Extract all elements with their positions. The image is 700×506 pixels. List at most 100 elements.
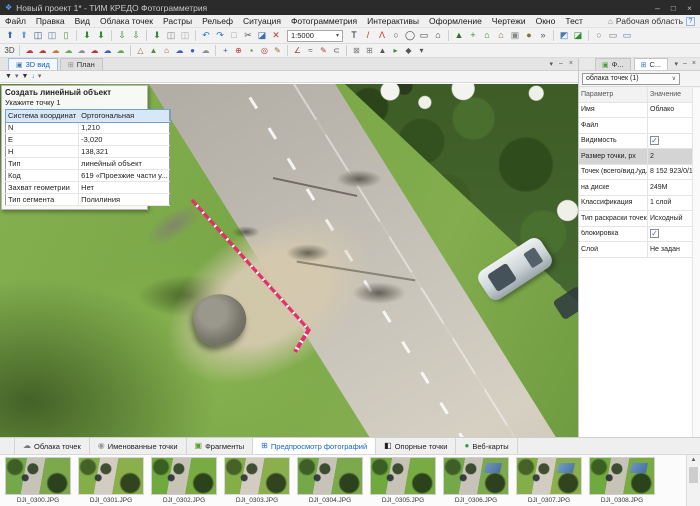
- property-row[interactable]: Файл: [579, 118, 700, 134]
- photo-thumbnail-image[interactable]: [78, 457, 144, 495]
- property-row[interactable]: Классификация1 слой: [579, 196, 700, 212]
- grid-off-icon[interactable]: ⊠: [350, 44, 363, 57]
- cloud-section-icon[interactable]: ☁: [173, 44, 186, 57]
- menu-item-4[interactable]: Растры: [158, 16, 197, 26]
- menu-item-3[interactable]: Облака точек: [95, 16, 158, 26]
- property-row[interactable]: Размер точки, px2: [579, 149, 700, 165]
- menu-item-5[interactable]: Рельеф: [197, 16, 238, 26]
- help-icon[interactable]: ?: [686, 17, 695, 26]
- paste-view-icon[interactable]: ◫: [178, 29, 192, 42]
- building2-icon[interactable]: ⌂: [494, 29, 508, 42]
- frame-icon[interactable]: ▣: [508, 29, 522, 42]
- cloud-merge-icon[interactable]: ☁: [49, 44, 62, 57]
- cloud-export-icon[interactable]: ☁: [114, 44, 127, 57]
- close-button[interactable]: ×: [687, 3, 692, 13]
- filter-icon[interactable]: ▼: [5, 73, 12, 80]
- photo-thumbnail[interactable]: DJI_0302.JPG: [151, 457, 217, 506]
- menu-item-11[interactable]: Окно: [531, 16, 561, 26]
- cloud-gray-icon[interactable]: ☁: [75, 44, 88, 57]
- filter-dropdown-icon[interactable]: ▾: [15, 73, 19, 80]
- maximize-button[interactable]: □: [671, 3, 676, 13]
- viewport-minimize-button[interactable]: –: [559, 60, 563, 68]
- bottom-tab-опорные-точки[interactable]: ◧Опорные точки: [376, 438, 456, 454]
- lasso-select-icon[interactable]: ○: [592, 29, 606, 42]
- tree-object-icon[interactable]: ▲: [452, 29, 466, 42]
- surface2-icon[interactable]: ◪: [571, 29, 585, 42]
- photo-thumbnail-image[interactable]: [224, 457, 290, 495]
- property-row[interactable]: Тип раскраски точекИсходный: [579, 211, 700, 227]
- workspace-button[interactable]: Рабочая область: [616, 16, 683, 26]
- property-row[interactable]: СлойНе задан: [579, 242, 700, 258]
- bottom-tab-фрагменты[interactable]: ▣Фрагменты: [187, 438, 254, 454]
- photo-thumbnail[interactable]: DJI_0304.JPG: [297, 457, 363, 506]
- cloud-classify-icon[interactable]: ☁: [101, 44, 114, 57]
- window-select-icon[interactable]: ▭: [606, 29, 620, 42]
- export-dxf-icon[interactable]: ⇩: [115, 29, 129, 42]
- rotate-icon[interactable]: ●: [522, 29, 536, 42]
- photo-thumbnail[interactable]: DJI_0307.JPG: [516, 457, 582, 506]
- line-tool-icon[interactable]: /: [361, 29, 375, 42]
- menu-item-2[interactable]: Вид: [70, 16, 95, 26]
- property-row[interactable]: ИмяОблако: [579, 103, 700, 119]
- photo-thumbnail-image[interactable]: [151, 457, 217, 495]
- properties-scrollbar[interactable]: [692, 88, 700, 437]
- photo-thumbnail-image[interactable]: [297, 457, 363, 495]
- window-select2-icon[interactable]: ▭: [620, 29, 634, 42]
- panel-minimize-button[interactable]: –: [683, 60, 687, 68]
- menu-item-6[interactable]: Ситуация: [238, 16, 286, 26]
- more-tools-icon[interactable]: »: [536, 29, 550, 42]
- normals-icon[interactable]: ▲: [376, 44, 389, 57]
- 3d-scene-canvas[interactable]: Создать линейный объект Укажите точку 1 …: [0, 84, 578, 437]
- cloud-open-icon[interactable]: ☁: [23, 44, 36, 57]
- play-icon[interactable]: ▸: [389, 44, 402, 57]
- viewport-close-button[interactable]: ×: [569, 60, 573, 68]
- property-row[interactable]: Точек (всего/вид./уд...8 152 923/0/113: [579, 165, 700, 181]
- pick-point-icon[interactable]: +: [219, 44, 232, 57]
- bottom-tab-облака-точек[interactable]: ☁Облака точек: [14, 438, 90, 454]
- ruler-icon[interactable]: ▯: [59, 29, 73, 42]
- import-project-icon[interactable]: ⬆: [3, 29, 17, 42]
- marker-icon[interactable]: ▪: [245, 44, 258, 57]
- property-row[interactable]: блокировка✓: [579, 227, 700, 243]
- measure-profile-icon[interactable]: ≈: [304, 44, 317, 57]
- arc-icon[interactable]: ⊂: [330, 44, 343, 57]
- menu-item-1[interactable]: Правка: [31, 16, 70, 26]
- ellipse-tool-icon[interactable]: ○: [389, 29, 403, 42]
- photo-thumbnail-image[interactable]: [370, 457, 436, 495]
- delete-icon[interactable]: ✕: [269, 29, 283, 42]
- text-tool-icon[interactable]: T: [347, 29, 361, 42]
- menu-item-9[interactable]: Оформление: [424, 16, 487, 26]
- photo-thumbnail-image[interactable]: [516, 457, 582, 495]
- photo-thumbnail[interactable]: DJI_0303.JPG: [224, 457, 290, 506]
- object-type-select[interactable]: облака точек (1) ∨: [582, 73, 680, 85]
- minimize-button[interactable]: –: [655, 3, 660, 13]
- menu-item-0[interactable]: Файл: [0, 16, 31, 26]
- photo-thumbnail-image[interactable]: [589, 457, 655, 495]
- photo-thumbnail-image[interactable]: [443, 457, 509, 495]
- panel-tab-[interactable]: ⊞С...: [634, 58, 669, 70]
- surface-icon[interactable]: ◩: [557, 29, 571, 42]
- bottom-tab-веб-карты[interactable]: ●Веб-карты: [456, 438, 517, 454]
- bottom-tab-именованные-точки[interactable]: ◉Именованные точки: [90, 438, 187, 454]
- cloud-create-icon[interactable]: ☁: [36, 44, 49, 57]
- scale-select[interactable]: 1:5000▾: [287, 30, 343, 42]
- sketch-icon[interactable]: ✎: [317, 44, 330, 57]
- polygon-tool-icon[interactable]: ⌂: [431, 29, 445, 42]
- building-icon[interactable]: ⌂: [480, 29, 494, 42]
- cut-icon[interactable]: ✂: [241, 29, 255, 42]
- import-xml-icon[interactable]: ⬇: [94, 29, 108, 42]
- circle-tool-icon[interactable]: ◯: [403, 29, 417, 42]
- target-point-icon[interactable]: ⊕: [232, 44, 245, 57]
- cloud-delete-icon[interactable]: ☁: [88, 44, 101, 57]
- cloud-thin-icon[interactable]: ☁: [199, 44, 212, 57]
- panel-close-button[interactable]: ×: [692, 60, 696, 68]
- tab-план[interactable]: ⊞План: [60, 58, 103, 70]
- snap-icon[interactable]: ◆: [402, 44, 415, 57]
- export-xml-icon[interactable]: ⇩: [129, 29, 143, 42]
- view-3d-icon[interactable]: 3D: [3, 44, 16, 57]
- grid-on-icon[interactable]: ⊞: [363, 44, 376, 57]
- edit-icon[interactable]: ✎: [271, 44, 284, 57]
- copy-icon[interactable]: ◪: [255, 29, 269, 42]
- scroll-up-icon[interactable]: ▲: [687, 455, 700, 466]
- save-icon[interactable]: ◫: [31, 29, 45, 42]
